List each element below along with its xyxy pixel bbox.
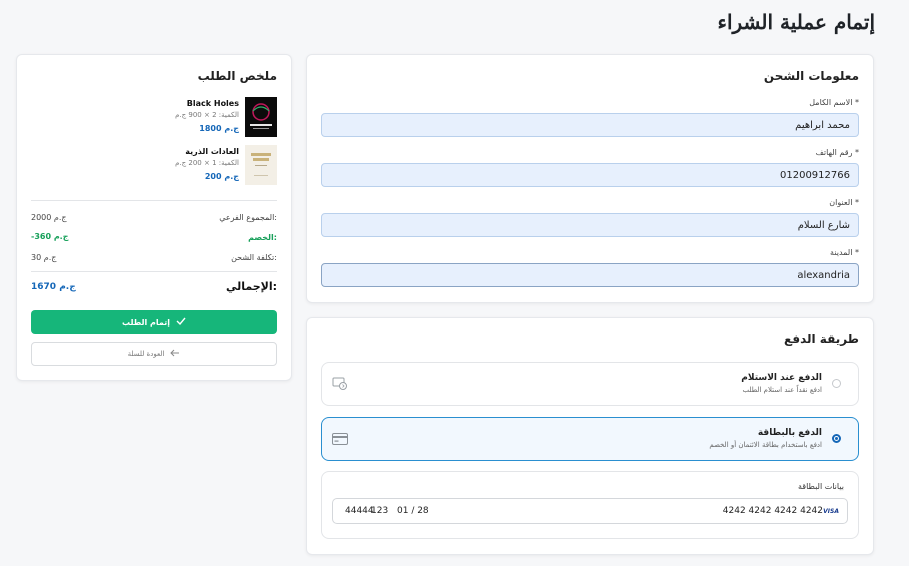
order-summary-card: ملخص الطلب Black Holes الكمية: 2 × 900 ج…	[16, 54, 292, 381]
complete-order-button[interactable]: إتمام الطلب	[31, 310, 277, 334]
card-radio[interactable]	[832, 434, 841, 443]
item-name: العادات الذرية	[185, 147, 239, 156]
payment-method-card: طريقة الدفع الدفع عند الاستلام ادفع نقدا…	[306, 317, 874, 555]
shipping-info-card: معلومات الشحن الاسم الكامل * رقم الهاتف …	[306, 54, 874, 303]
cart-item: العادات الذرية الكمية: 1 × 200 ج.م 200 ج…	[37, 145, 277, 189]
shipping-card-title: معلومات الشحن	[763, 69, 859, 83]
city-label: المدينة *	[830, 248, 859, 257]
cash-on-delivery-option[interactable]: الدفع عند الاستلام ادفع نقداً عند استلام…	[321, 362, 859, 406]
cash-icon	[332, 375, 348, 395]
discount-label: الخصم:	[248, 233, 277, 242]
subtotal-label: المجموع الفرعي:	[219, 213, 277, 222]
card-zip-field[interactable]: 44444	[345, 506, 374, 516]
item-quantity: الكمية: 1 × 200 ج.م	[175, 159, 239, 167]
card-number-field[interactable]: 4242 4242 4242 4242	[723, 506, 823, 516]
item-price: 1800 ج.م	[199, 124, 239, 133]
divider	[31, 200, 277, 201]
full-name-label: الاسم الكامل *	[809, 98, 859, 107]
phone-label: رقم الهاتف *	[815, 148, 859, 157]
payment-card-title: طريقة الدفع	[784, 332, 859, 346]
full-name-input[interactable]	[321, 113, 859, 137]
page-title: إتمام عملية الشراء	[717, 10, 875, 34]
discount-value: -360 ج.م	[31, 232, 69, 241]
back-to-cart-label: العودة للسلة	[127, 350, 165, 358]
summary-card-title: ملخص الطلب	[197, 69, 277, 83]
visa-brand-icon: VISA	[823, 508, 839, 515]
subtotal-value: 2000 ج.م	[31, 213, 67, 222]
item-quantity: الكمية: 2 × 900 ج.م	[175, 111, 239, 119]
back-to-cart-button[interactable]: العودة للسلة	[31, 342, 277, 366]
card-details-label: بيانات البطاقة	[797, 482, 844, 491]
credit-card-icon	[332, 430, 348, 449]
book-cover-image	[245, 97, 277, 137]
card-expiry-field[interactable]: 01 / 28	[397, 506, 429, 516]
card-payment-option[interactable]: الدفع بالبطاقة ادفع باستخدام بطاقة الائت…	[321, 417, 859, 461]
book-cover-image	[245, 145, 277, 185]
address-input[interactable]	[321, 213, 859, 237]
total-value: 1670 ج.م	[31, 282, 76, 292]
cod-option-title: الدفع عند الاستلام	[741, 373, 822, 383]
shipping-cost-label: تكلفة الشحن:	[231, 253, 277, 262]
card-details-box: بيانات البطاقة VISA 4242 4242 4242 4242 …	[321, 471, 859, 539]
divider	[31, 271, 277, 272]
checkmark-icon	[176, 317, 186, 327]
card-option-description: ادفع باستخدام بطاقة الائتمان أو الخصم	[709, 441, 822, 449]
shipping-cost-value: 30 ج.م	[31, 253, 57, 262]
item-price: 200 ج.م	[204, 172, 239, 181]
arrow-left-icon	[170, 349, 180, 359]
item-name: Black Holes	[186, 99, 239, 108]
city-input[interactable]	[321, 263, 859, 287]
complete-order-label: إتمام الطلب	[121, 317, 171, 327]
total-label: الإجمالي:	[225, 280, 277, 293]
cart-item: Black Holes الكمية: 2 × 900 ج.م 1800 ج.م	[37, 97, 277, 141]
card-element-input[interactable]: VISA 4242 4242 4242 4242 01 / 28 123 444…	[332, 498, 848, 524]
cod-radio[interactable]	[832, 379, 841, 388]
phone-input[interactable]	[321, 163, 859, 187]
address-label: العنوان *	[829, 198, 859, 207]
cod-option-description: ادفع نقداً عند استلام الطلب	[742, 386, 822, 394]
card-option-title: الدفع بالبطاقة	[757, 428, 822, 438]
